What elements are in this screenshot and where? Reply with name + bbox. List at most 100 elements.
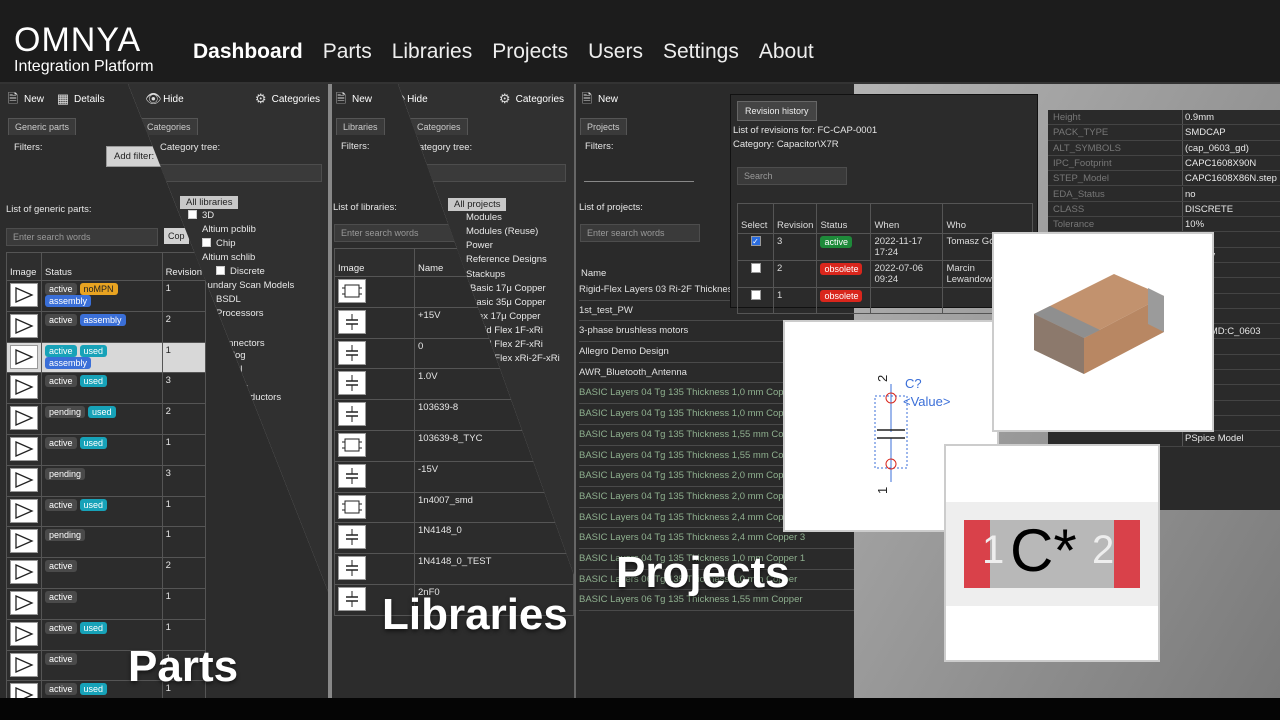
rev-col-select[interactable]: Select [737, 203, 774, 234]
tree-item[interactable]: Discrete [216, 266, 265, 277]
tree-item[interactable]: Basic 35μ Copper [470, 297, 546, 308]
projects-list-label: List of projects: [579, 202, 643, 213]
part-image-cell [6, 403, 42, 435]
select-checkbox[interactable]: ✓ [750, 236, 761, 246]
tree-item-label: All libraries [186, 197, 233, 208]
table-row[interactable]: active 1 [6, 587, 207, 620]
rev-col-when-label: When [874, 220, 900, 231]
col-image[interactable]: Image [6, 252, 42, 281]
tab-projects[interactable]: Projects [580, 118, 627, 135]
copy-button[interactable]: Cop [164, 228, 189, 244]
status-badge: used [79, 498, 108, 511]
libraries-new-button[interactable]: 🗎 New [334, 92, 372, 106]
projects-filter-input[interactable] [584, 164, 694, 182]
table-row[interactable]: 1 obsolete [737, 287, 1034, 314]
tree-item[interactable]: Processors [216, 308, 264, 319]
col-revision-label: Revision [165, 267, 202, 278]
tree-checkbox[interactable] [188, 210, 197, 219]
parts-categories-button[interactable]: ⚙ Categories [254, 92, 320, 106]
rev-col-who[interactable]: Who [942, 203, 1034, 234]
table-row[interactable]: ✓ 3 active 2022-11-17 17:24 Tomasz Górecki [737, 233, 1034, 261]
nav-users[interactable]: Users [588, 40, 643, 64]
select-checkbox[interactable] [750, 290, 761, 300]
col-status[interactable]: Status [41, 252, 163, 281]
nav-libraries[interactable]: Libraries [392, 40, 473, 64]
footprint-pin2: 2 [1092, 528, 1115, 572]
table-row[interactable]: active noMPNassembly 1 [6, 280, 207, 312]
table-row[interactable]: active used 1 [6, 433, 207, 466]
tree-item-label: All projects [454, 199, 501, 210]
parts-hide-button[interactable]: 👁 Hide [145, 92, 184, 106]
tree-item-label: BSDL [216, 294, 241, 305]
parts-search-input[interactable]: Enter search words [6, 228, 158, 246]
table-row[interactable]: active used 1 [6, 495, 207, 528]
nav-projects[interactable]: Projects [492, 40, 568, 64]
parts-details-button[interactable]: ▦ Details [56, 92, 105, 106]
table-row[interactable]: active 2 [6, 557, 207, 589]
tree-item[interactable]: Modules [466, 212, 502, 223]
tree-item[interactable]: Reference Designs [466, 254, 547, 265]
tab-parts-categories[interactable]: Categories [140, 118, 198, 135]
tab-libraries[interactable]: Libraries [336, 118, 385, 135]
table-row[interactable]: 1N4148_0_TEST [334, 553, 574, 585]
part-status-cell: active used [41, 433, 163, 466]
part-status-cell: pending [41, 464, 163, 497]
nav-parts[interactable]: Parts [323, 40, 372, 64]
tree-item[interactable]: 3D [188, 210, 214, 221]
rev-col-revision[interactable]: Revision [772, 203, 818, 234]
status-badge: active [45, 683, 77, 696]
table-row[interactable]: active used 3 [6, 372, 207, 405]
tab-revision-history[interactable]: Revision history [737, 101, 817, 121]
tab-libraries-categories[interactable]: Categories [410, 118, 468, 135]
chip-icon [338, 494, 366, 519]
tree-item[interactable]: All libraries [180, 196, 239, 209]
nav-settings[interactable]: Settings [663, 40, 739, 64]
rev-col-when[interactable]: When [870, 203, 944, 234]
tree-item[interactable]: Power [466, 240, 493, 251]
revision-search-input[interactable]: Search [737, 167, 847, 185]
table-row[interactable]: active assembly 2 [6, 310, 207, 343]
table-row[interactable]: pending 3 [6, 464, 207, 497]
bottom-strip [0, 698, 1280, 720]
tree-item[interactable]: Boundary Scan Models [196, 280, 294, 291]
projects-col-name[interactable]: Name [581, 268, 606, 279]
tree-item[interactable]: Stackups [466, 269, 505, 280]
projects-new-button[interactable]: 🗎 New [580, 92, 618, 106]
table-row[interactable]: 1n4007_smd [334, 491, 574, 524]
tree-item[interactable]: Altium pcblib [202, 224, 256, 235]
table-row[interactable]: 2 obsolete 2022-07-06 09:24 Marcin Lewandow… [737, 260, 1034, 288]
tree-item[interactable]: Altium schlib [202, 252, 255, 263]
projects-search-input[interactable]: Enter search words [580, 224, 700, 242]
libraries-categories-button[interactable]: ⚙ Categories [498, 92, 564, 106]
property-separator [1182, 110, 1183, 125]
revision-category: Category: Capacitor\X7R [733, 139, 839, 150]
capacitor-3d-icon [1034, 274, 1164, 374]
lib-col-image[interactable]: Image [334, 248, 415, 277]
part-image-cell [6, 557, 42, 589]
rev-col-status[interactable]: Status [816, 203, 872, 234]
brand-logo[interactable]: OMNYA Integration Platform [14, 22, 154, 76]
tree-checkbox[interactable] [202, 238, 211, 247]
nav-dashboard[interactable]: Dashboard [193, 40, 303, 64]
tree-item[interactable]: Modules (Reuse) [466, 226, 538, 237]
part-status-cell: active [41, 557, 163, 589]
table-row[interactable]: pending used 2 [6, 403, 207, 435]
tab-generic-parts[interactable]: Generic parts [8, 118, 77, 135]
nav-about[interactable]: About [759, 40, 814, 64]
amplifier-icon [10, 375, 38, 400]
parts-tree-filter[interactable] [160, 164, 322, 182]
tree-item[interactable]: All projects [448, 198, 507, 211]
table-row[interactable]: 1N4148_0 [334, 522, 574, 555]
tree-item[interactable]: Basic 17μ Copper [470, 283, 546, 294]
table-row[interactable]: pending 1 [6, 526, 207, 559]
libraries-search-input[interactable]: Enter search words [334, 224, 458, 242]
part-image-cell [6, 680, 42, 698]
parts-new-button[interactable]: 🗎 New [6, 92, 44, 106]
part-status-cell: active assembly [41, 310, 163, 343]
select-checkbox[interactable] [750, 263, 761, 273]
tree-item[interactable]: Chip [202, 238, 236, 249]
status-badge: active [45, 313, 77, 326]
tree-checkbox[interactable] [216, 266, 225, 275]
tree-item[interactable]: BSDL [216, 294, 241, 305]
table-row[interactable]: active usedassembly 1 [6, 341, 207, 374]
